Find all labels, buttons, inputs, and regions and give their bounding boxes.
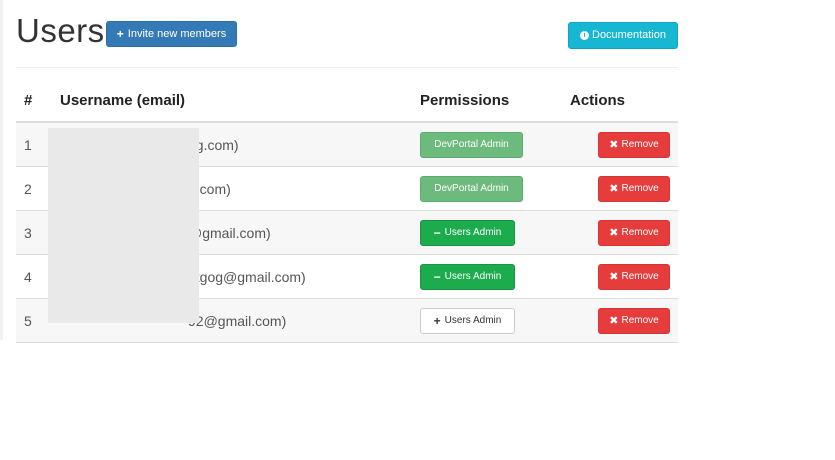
- page-title: Users: [16, 12, 105, 49]
- remove-icon: ✖: [609, 315, 619, 327]
- devportal-admin-button[interactable]: DevPortal Admin: [420, 175, 523, 202]
- row-actions-cell: ✖ Remove: [570, 166, 678, 211]
- column-header-actions: Actions: [570, 80, 678, 123]
- table-header-row: # Username (email) Permissions Actions: [16, 80, 678, 123]
- column-header-number: #: [16, 80, 60, 123]
- users-admin-label: Users Admin: [444, 315, 502, 326]
- users-admin-toggle[interactable]: − Users Admin: [420, 219, 515, 246]
- column-header-permissions: Permissions: [420, 80, 570, 123]
- remove-button[interactable]: ✖ Remove: [598, 175, 670, 202]
- documentation-label: Documentation: [592, 29, 666, 41]
- remove-label: Remove: [621, 227, 659, 238]
- users-admin-toggle[interactable]: + Users Admin: [420, 307, 515, 334]
- page-header: Users + Invite new members i Documentati…: [16, 0, 678, 68]
- invite-members-button[interactable]: + Invite new members: [106, 21, 237, 47]
- row-permission-cell: + Users Admin: [420, 298, 570, 343]
- users-admin-toggle[interactable]: − Users Admin: [420, 263, 515, 290]
- column-header-username: Username (email): [60, 80, 420, 123]
- documentation-button[interactable]: i Documentation: [568, 22, 678, 49]
- remove-label: Remove: [621, 315, 659, 326]
- invite-members-label: Invite new members: [127, 27, 227, 40]
- remove-icon: ✖: [609, 271, 619, 283]
- row-actions-cell: ✖ Remove: [570, 254, 678, 299]
- row-permission-cell: − Users Admin: [420, 254, 570, 299]
- left-edge: [0, 0, 3, 340]
- remove-button[interactable]: ✖ Remove: [598, 263, 670, 290]
- users-panel: Users + Invite new members i Documentati…: [0, 0, 695, 343]
- devportal-admin-button[interactable]: DevPortal Admin: [420, 131, 523, 158]
- remove-button[interactable]: ✖ Remove: [598, 219, 670, 246]
- row-actions-cell: ✖ Remove: [570, 122, 678, 167]
- remove-button[interactable]: ✖ Remove: [598, 307, 670, 334]
- info-icon: i: [580, 31, 589, 40]
- remove-icon: ✖: [609, 227, 619, 239]
- remove-icon: ✖: [609, 139, 619, 151]
- row-actions-cell: ✖ Remove: [570, 210, 678, 255]
- row-actions-cell: ✖ Remove: [570, 298, 678, 343]
- minus-icon: −: [433, 269, 441, 284]
- redacted-usernames-block: [48, 128, 199, 323]
- remove-icon: ✖: [609, 183, 619, 195]
- row-permission-cell: DevPortal Admin: [420, 166, 570, 211]
- row-permission-cell: DevPortal Admin: [420, 122, 570, 167]
- row-permission-cell: − Users Admin: [420, 210, 570, 255]
- remove-button[interactable]: ✖ Remove: [598, 131, 670, 158]
- plus-icon: +: [433, 313, 441, 328]
- plus-icon: +: [116, 27, 124, 41]
- users-admin-label: Users Admin: [444, 227, 502, 238]
- remove-label: Remove: [621, 183, 659, 194]
- users-admin-label: Users Admin: [444, 271, 502, 282]
- remove-label: Remove: [621, 139, 659, 150]
- remove-label: Remove: [621, 271, 659, 282]
- minus-icon: −: [433, 225, 441, 240]
